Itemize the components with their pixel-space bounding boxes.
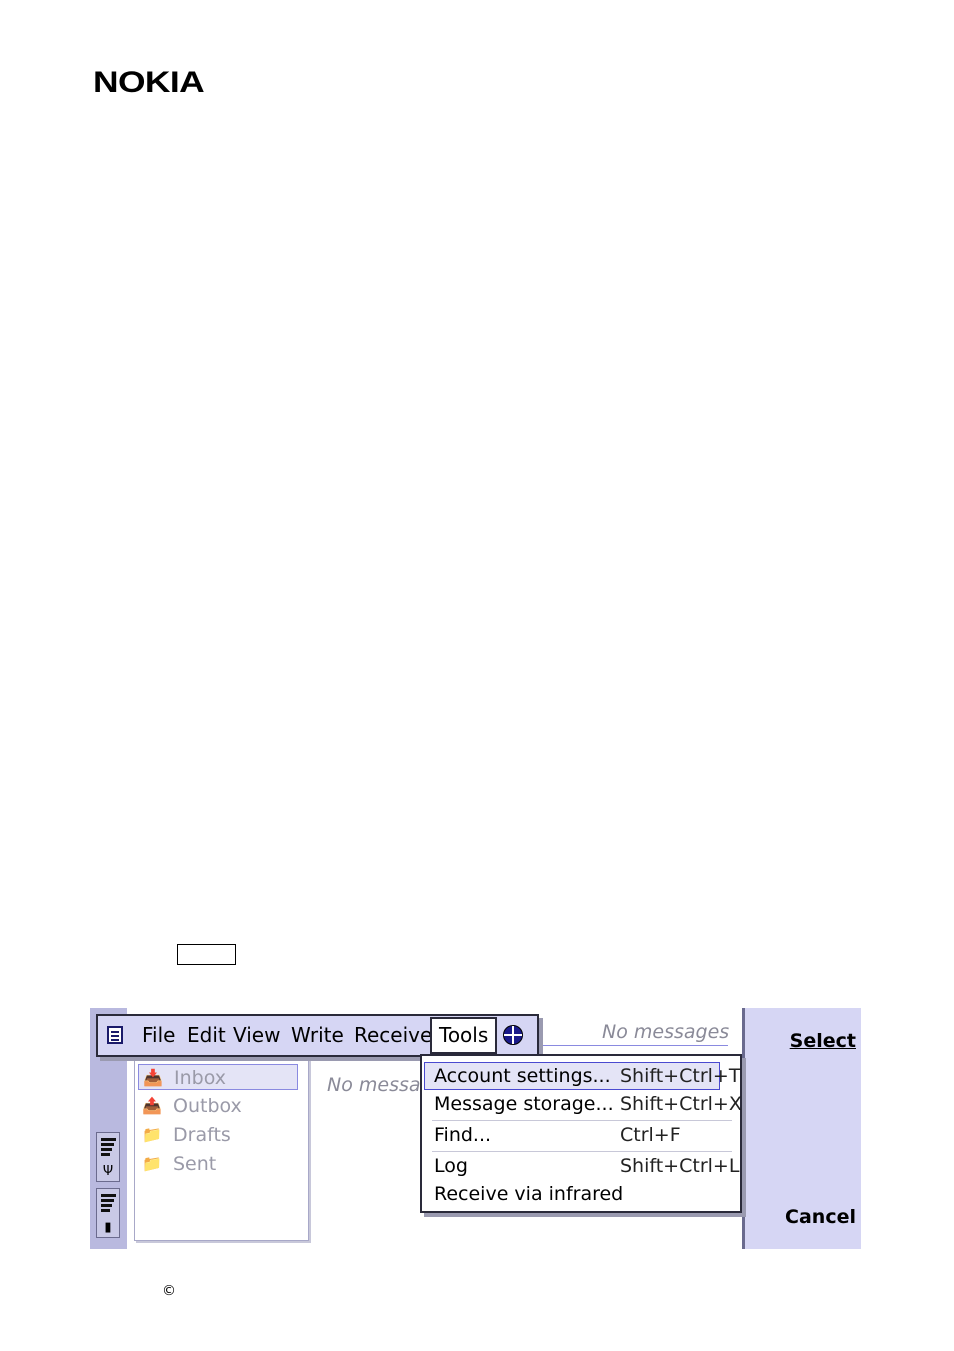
menu-file[interactable]: File (142, 1016, 175, 1055)
message-list-empty-text: No messag (327, 1074, 433, 1096)
message-status-header: No messages (602, 1021, 730, 1043)
menu-item-log[interactable]: Log Shift+Ctrl+L (424, 1152, 739, 1180)
tools-dropdown-menu: Account settings... Shift+Ctrl+T Message… (420, 1054, 742, 1213)
outbox-tray-icon: 📤 (142, 1096, 162, 1115)
menu-item-find[interactable]: Find... Ctrl+F (424, 1121, 720, 1149)
menu-item-label: Log (434, 1155, 468, 1177)
messaging-screenshot: Ψ ▮ 📥 Inbox 📤 Outbox 📁 Drafts 📁 Sent No … (90, 1008, 861, 1249)
folder-label: Outbox (173, 1095, 242, 1117)
folder-label: Sent (173, 1153, 217, 1175)
menu-bar: File Edit View Write Receive Tools (96, 1014, 539, 1057)
menu-tools[interactable]: Tools (430, 1017, 498, 1054)
menu-edit[interactable]: Edit (187, 1016, 226, 1055)
menu-item-label: Receive via infrared (434, 1183, 624, 1205)
folder-item-inbox[interactable]: 📥 Inbox (138, 1064, 298, 1090)
folder-item-outbox[interactable]: 📤 Outbox (138, 1093, 298, 1119)
nokia-logo: NOKIA (93, 66, 205, 99)
menu-item-message-storage[interactable]: Message storage... Shift+Ctrl+X (424, 1090, 742, 1118)
menu-item-shortcut: Shift+Ctrl+L (620, 1155, 740, 1177)
folder-item-drafts[interactable]: 📁 Drafts (138, 1122, 298, 1148)
menu-write[interactable]: Write (291, 1016, 344, 1055)
cancel-button[interactable]: Cancel (785, 1206, 856, 1228)
menu-item-label: Account settings... (434, 1065, 611, 1087)
globe-icon[interactable] (503, 1025, 523, 1045)
folder-icon: 📁 (142, 1154, 162, 1173)
signal-indicator: Ψ (96, 1132, 120, 1182)
header-underline (538, 1045, 728, 1046)
battery-icon: ▮ (104, 1220, 112, 1235)
folder-label: Inbox (174, 1067, 226, 1089)
menu-item-label: Message storage... (434, 1093, 614, 1115)
menu-item-shortcut: Ctrl+F (620, 1124, 681, 1146)
menu-item-shortcut: Shift+Ctrl+X (620, 1093, 742, 1115)
menu-item-shortcut: Shift+Ctrl+T (620, 1065, 741, 1087)
antenna-icon: Ψ (102, 1164, 114, 1179)
copyright-symbol: © (162, 1283, 176, 1299)
folder-label: Drafts (173, 1124, 231, 1146)
folder-item-sent[interactable]: 📁 Sent (138, 1151, 298, 1177)
document-icon[interactable] (107, 1026, 123, 1044)
menu-item-receive-via-infrared[interactable]: Receive via infrared (424, 1180, 720, 1208)
select-button[interactable]: Select (790, 1030, 856, 1052)
menu-item-label: Find... (434, 1124, 492, 1146)
empty-box (177, 944, 236, 965)
menu-item-account-settings[interactable]: Account settings... Shift+Ctrl+T (424, 1062, 740, 1090)
folder-icon: 📁 (142, 1125, 162, 1144)
menu-view[interactable]: View (233, 1016, 280, 1055)
battery-indicator: ▮ (96, 1188, 120, 1238)
menu-receive[interactable]: Receive (354, 1016, 432, 1055)
command-button-area: Select Cancel (742, 1008, 861, 1249)
inbox-tray-icon: 📥 (143, 1068, 163, 1087)
